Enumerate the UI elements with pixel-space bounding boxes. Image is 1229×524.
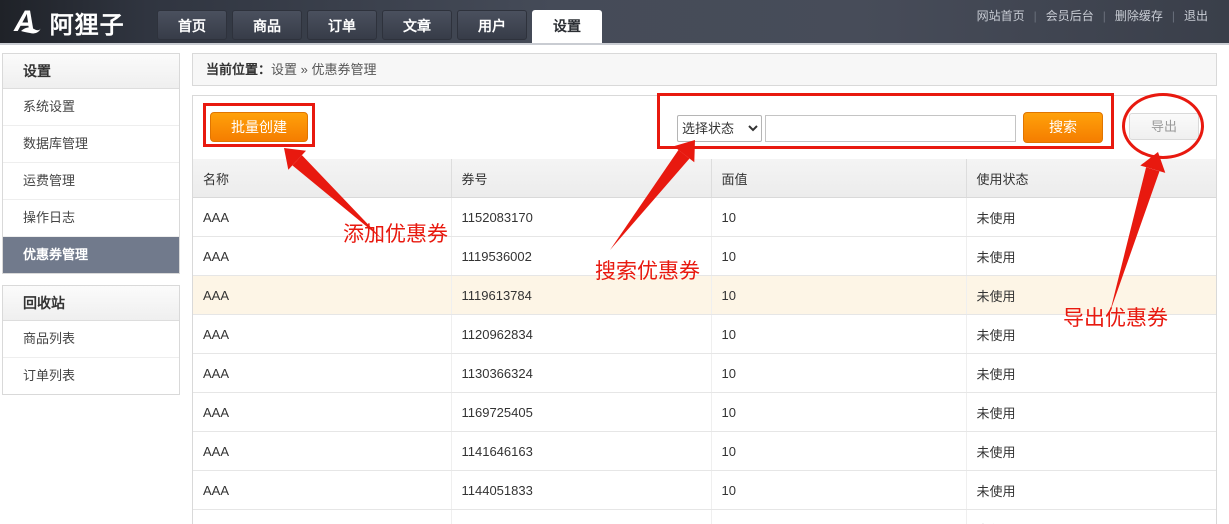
table-row: AAA116972540510未使用 [193,393,1216,432]
table-row: AAA115208317010未使用 [193,198,1216,237]
quick-link-2[interactable]: 删除缓存 [1106,7,1172,24]
cell-status: 未使用 [966,510,1216,524]
cell-name: AAA [193,237,451,276]
cell-code: 1130366324 [451,354,711,393]
sidebar-group-1: 回收站商品列表订单列表 [2,285,180,395]
sidebar-item-1-1[interactable]: 订单列表 [3,358,179,394]
cell-value: 10 [711,432,966,471]
table-row: AAA112096283410未使用 [193,315,1216,354]
cell-value: 10 [711,237,966,276]
sidebar-item-0-3[interactable]: 操作日志 [3,200,179,237]
coupon-admin-page: A 阿狸子 首页商品订单文章用户设置 网站首页|会员后台|删除缓存|退出 设置系… [0,0,1229,524]
cell-status: 未使用 [966,198,1216,237]
top-nav: 首页商品订单文章用户设置 [157,10,602,43]
sidebar-group-0: 设置系统设置数据库管理运费管理操作日志优惠券管理 [2,53,180,274]
batch-create-button[interactable]: 批量创建 [210,112,308,142]
cell-code: 1144051833 [451,471,711,510]
sidebar-item-0-0[interactable]: 系统设置 [3,89,179,126]
table-row: AAA111953600210未使用 [193,237,1216,276]
sidebar-item-0-1[interactable]: 数据库管理 [3,126,179,163]
cell-status: 未使用 [966,432,1216,471]
export-button[interactable]: 导出 [1129,113,1199,140]
cell-value: 10 [711,315,966,354]
table-header-row: 名称券号面值使用状态 [193,159,1216,198]
sidebar: 设置系统设置数据库管理运费管理操作日志优惠券管理回收站商品列表订单列表 [2,53,180,406]
cell-code: 1119536002 [451,237,711,276]
nav-tab-4[interactable]: 用户 [457,10,527,40]
coupon-table: 名称券号面值使用状态 AAA115208317010未使用AAA11195360… [193,159,1216,524]
table-header-cell: 名称 [193,159,451,198]
nav-tab-5[interactable]: 设置 [532,10,602,43]
nav-tab-3[interactable]: 文章 [382,10,452,40]
cell-status: 未使用 [966,354,1216,393]
cell-code: 1120962834 [451,315,711,354]
cell-value: 10 [711,198,966,237]
cell-status: 未使用 [966,237,1216,276]
nav-tab-0[interactable]: 首页 [157,10,227,40]
cell-status: 未使用 [966,471,1216,510]
table-row: AAA114164616310未使用 [193,432,1216,471]
cell-value: 10 [711,354,966,393]
cell-name: AAA [193,510,451,524]
table-row: AAA113036632410未使用 [193,354,1216,393]
cell-name: AAA [193,432,451,471]
table-header-cell: 券号 [451,159,711,198]
quick-link-0[interactable]: 网站首页 [968,7,1034,24]
nav-tab-1[interactable]: 商品 [232,10,302,40]
cell-value: 10 [711,276,966,315]
breadcrumb-path: 设置 » 优惠券管理 [271,62,376,77]
coupon-table-body: AAA115208317010未使用AAA111953600210未使用AAA1… [193,198,1216,524]
table-header-cell: 使用状态 [966,159,1216,198]
main-content: 批量创建 选择状态 搜索 导出 名称券号面值使用状态 AAA1152083170… [192,95,1217,524]
cell-name: AAA [193,315,451,354]
cell-name: AAA [193,471,451,510]
logo[interactable]: A 阿狸子 [14,4,125,40]
status-select[interactable]: 选择状态 [677,115,762,142]
sidebar-item-0-2[interactable]: 运费管理 [3,163,179,200]
quick-links: 网站首页|会员后台|删除缓存|退出 [968,7,1217,24]
cell-value: 10 [711,393,966,432]
cell-code: 1196833679 [451,510,711,524]
cell-name: AAA [193,198,451,237]
cell-code: 1152083170 [451,198,711,237]
table-header-cell: 面值 [711,159,966,198]
cell-code: 1169725405 [451,393,711,432]
fox-tail-icon [20,25,42,35]
cell-name: AAA [193,276,451,315]
table-row: AAA119683367910未使用 [193,510,1216,524]
sidebar-item-0-4[interactable]: 优惠券管理 [3,237,179,273]
search-button[interactable]: 搜索 [1023,112,1103,143]
cell-code: 1141646163 [451,432,711,471]
cell-value: 10 [711,510,966,524]
logo-text: 阿狸子 [50,5,125,40]
search-input[interactable] [765,115,1016,142]
sidebar-item-1-0[interactable]: 商品列表 [3,321,179,358]
cell-value: 10 [711,471,966,510]
toolbar: 批量创建 选择状态 搜索 导出 [193,96,1216,159]
table-row: AAA111961378410未使用 [193,276,1216,315]
breadcrumb: 当前位置：设置 » 优惠券管理 [192,53,1217,86]
cell-status: 未使用 [966,393,1216,432]
quick-link-1[interactable]: 会员后台 [1037,7,1103,24]
cell-code: 1119613784 [451,276,711,315]
cell-name: AAA [193,393,451,432]
quick-link-3[interactable]: 退出 [1175,7,1217,24]
table-row: AAA114405183310未使用 [193,471,1216,510]
cell-name: AAA [193,354,451,393]
topbar: A 阿狸子 首页商品订单文章用户设置 网站首页|会员后台|删除缓存|退出 [0,0,1229,45]
nav-tab-2[interactable]: 订单 [307,10,377,40]
sidebar-group-header: 设置 [3,54,179,89]
breadcrumb-label: 当前位置： [206,62,271,77]
sidebar-group-header: 回收站 [3,286,179,321]
cell-status: 未使用 [966,315,1216,354]
cell-status: 未使用 [966,276,1216,315]
